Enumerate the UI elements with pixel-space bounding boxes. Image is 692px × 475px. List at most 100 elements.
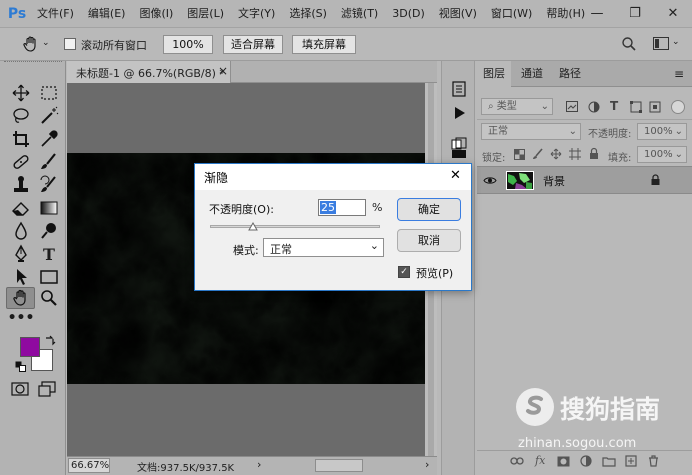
- lock-transparent-icon[interactable]: [514, 149, 525, 160]
- ok-button[interactable]: 确定: [397, 198, 461, 221]
- screen-mode-icon[interactable]: [38, 381, 56, 397]
- quick-mask-icon[interactable]: [11, 381, 29, 397]
- rectangle-tool-icon[interactable]: [37, 266, 61, 288]
- lock-all-icon[interactable]: [589, 147, 599, 160]
- tab-layers[interactable]: 图层: [477, 61, 511, 88]
- menu-filter[interactable]: 滤镜(T): [334, 0, 385, 27]
- mask-icon[interactable]: [557, 456, 570, 467]
- opacity-input[interactable]: 25: [318, 199, 366, 216]
- foreground-color-swatch[interactable]: [20, 337, 40, 357]
- fill-field[interactable]: 100% ⌄: [637, 146, 687, 163]
- tab-paths[interactable]: 路径: [553, 61, 587, 87]
- actions-panel-icon[interactable]: [451, 105, 467, 121]
- trash-icon[interactable]: [648, 455, 659, 467]
- opacity-slider-track[interactable]: [210, 225, 380, 228]
- eye-icon[interactable]: [483, 176, 497, 185]
- menu-view[interactable]: 视图(V): [432, 0, 484, 27]
- layer-lock-icon[interactable]: [651, 174, 660, 186]
- history-panel-icon[interactable]: [451, 81, 467, 97]
- lock-pixels-icon[interactable]: [532, 148, 544, 160]
- menu-image[interactable]: 图像(I): [132, 0, 180, 27]
- brush-tool-icon[interactable]: [37, 151, 61, 173]
- blur-tool-icon[interactable]: [9, 220, 33, 242]
- dialog-titlebar: 渐隐 ✕: [195, 164, 471, 190]
- blend-mode-value: 正常: [488, 126, 508, 137]
- menu-3d[interactable]: 3D(D): [385, 0, 432, 27]
- clone-stamp-tool-icon[interactable]: [9, 174, 33, 196]
- lasso-tool-icon[interactable]: [9, 105, 33, 127]
- lock-artboard-icon[interactable]: [569, 148, 581, 160]
- menu-layer[interactable]: 图层(L): [180, 0, 231, 27]
- scroll-right-icon[interactable]: ›: [425, 458, 429, 471]
- menu-file[interactable]: 文件(F): [30, 0, 81, 27]
- chevron-down-icon[interactable]: ⌄: [42, 38, 50, 48]
- filter-kind-select[interactable]: ⌕ 类型 ⌄: [481, 98, 553, 115]
- type-tool-icon[interactable]: T: [37, 243, 61, 265]
- menu-edit[interactable]: 编辑(E): [81, 0, 133, 27]
- scroll-all-windows-checkbox[interactable]: [64, 38, 76, 50]
- properties-panel-icon[interactable]: [451, 149, 467, 159]
- shape-filter-icon[interactable]: [630, 101, 642, 113]
- type-filter-icon[interactable]: T: [610, 99, 618, 113]
- fill-screen-button[interactable]: 填充屏幕: [292, 35, 356, 54]
- zoom-100-button[interactable]: 100%: [163, 35, 213, 54]
- fit-screen-button[interactable]: 适合屏幕: [223, 35, 283, 54]
- close-button[interactable]: ✕: [654, 0, 692, 27]
- lock-position-icon[interactable]: [550, 148, 562, 160]
- smart-object-filter-icon[interactable]: [649, 101, 661, 113]
- search-icon[interactable]: [621, 36, 637, 52]
- percent-sign: %: [372, 201, 383, 214]
- gradient-tool-icon[interactable]: [37, 197, 61, 219]
- document-tab[interactable]: 未标题-1 @ 66.7%(RGB/8) * ×: [67, 61, 231, 83]
- zoom-level-field[interactable]: 66.67%: [68, 458, 110, 473]
- opacity-slider-thumb[interactable]: [247, 222, 258, 232]
- eraser-tool-icon[interactable]: [9, 197, 33, 219]
- pen-tool-icon[interactable]: [9, 243, 33, 265]
- pixel-filter-icon[interactable]: [566, 101, 578, 112]
- hand-tool-preset-icon[interactable]: [22, 35, 40, 53]
- adjustment-icon[interactable]: [580, 455, 592, 467]
- blend-mode-select[interactable]: 正常 ⌄: [481, 123, 581, 140]
- opacity-input-value: 25: [320, 201, 336, 214]
- preview-checkbox[interactable]: ✓: [398, 266, 410, 278]
- new-layer-icon[interactable]: [625, 455, 637, 467]
- tab-channels[interactable]: 通道: [515, 61, 549, 87]
- restore-button[interactable]: ❐: [616, 0, 654, 27]
- watermark-brand: 搜狗指南: [560, 395, 661, 424]
- mode-select[interactable]: 正常 ⌄: [263, 238, 384, 257]
- document-tab-close-icon[interactable]: ×: [218, 64, 228, 78]
- marquee-tool-icon[interactable]: [37, 82, 61, 104]
- filter-toggle[interactable]: [671, 100, 685, 114]
- adjustment-filter-icon[interactable]: [588, 101, 600, 113]
- history-brush-tool-icon[interactable]: [37, 174, 61, 196]
- healing-brush-tool-icon[interactable]: [9, 151, 33, 173]
- group-icon[interactable]: [602, 456, 616, 467]
- layer-row-background[interactable]: 背景: [477, 166, 692, 194]
- tools-panel: T •••: [0, 61, 66, 475]
- crop-tool-icon[interactable]: [9, 128, 33, 150]
- workspace-icon[interactable]: [653, 37, 669, 50]
- menu-window[interactable]: 窗口(W): [484, 0, 539, 27]
- dodge-tool-icon[interactable]: [37, 220, 61, 242]
- zoom-tool-icon[interactable]: [37, 287, 61, 309]
- status-menu-arrow-icon[interactable]: ›: [257, 458, 261, 471]
- minimize-button[interactable]: —: [578, 0, 616, 27]
- eyedropper-tool-icon[interactable]: [37, 128, 61, 150]
- workspace-chevron-icon[interactable]: ⌄: [672, 37, 680, 47]
- hand-tool-icon[interactable]: [9, 287, 33, 309]
- cancel-button[interactable]: 取消: [397, 229, 461, 252]
- path-selection-tool-icon[interactable]: [9, 266, 33, 288]
- horizontal-scrollbar-thumb[interactable]: [315, 459, 363, 472]
- panel-menu-icon[interactable]: ≡: [674, 67, 684, 81]
- dialog-close-icon[interactable]: ✕: [450, 168, 461, 183]
- move-tool-icon[interactable]: [9, 82, 33, 104]
- opacity-field[interactable]: 100% ⌄: [637, 123, 687, 140]
- menu-select[interactable]: 选择(S): [282, 0, 334, 27]
- magic-wand-tool-icon[interactable]: [37, 105, 61, 127]
- layer-name[interactable]: 背景: [543, 173, 565, 189]
- menu-type[interactable]: 文字(Y): [231, 0, 282, 27]
- default-colors-icon[interactable]: [15, 361, 26, 372]
- more-tools-icon[interactable]: •••: [8, 307, 35, 329]
- link-icon[interactable]: [510, 456, 524, 466]
- swap-colors-icon[interactable]: [44, 335, 56, 346]
